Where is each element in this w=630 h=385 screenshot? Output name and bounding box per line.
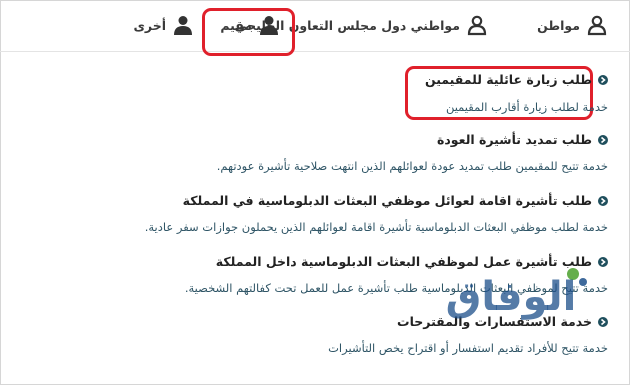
service-item[interactable]: طلب تأشيرة اقامة لعوائل موظفي البعثات ال…	[48, 193, 608, 234]
person-outline-icon	[467, 15, 487, 36]
user-type-tabs: مواطن مواطني دول مجلس التعاون الخليجي مق…	[0, 0, 630, 52]
chevron-right-icon	[598, 195, 608, 206]
service-description: خدمة تتيح للمقيمين طلب تمديد عودة لعوائل…	[216, 159, 608, 173]
person-outline-icon	[587, 15, 607, 36]
service-description: خدمة لطلب موظفي البعثات الدبلوماسية تأشي…	[144, 220, 608, 234]
service-description: خدمة تتيح للأفراد تقديم استفسار أو اقترا…	[328, 341, 608, 355]
tab-citizen[interactable]: مواطن	[537, 10, 608, 40]
watermark-text: الوفاق	[446, 274, 577, 320]
service-item[interactable]: طلب تمديد تأشيرة العودة خدمة تتيح للمقيم…	[48, 132, 608, 173]
tab-resident[interactable]: مقيم	[220, 10, 280, 40]
watermark-logo: الوفاق	[446, 268, 587, 320]
tab-citizen-label: مواطن	[537, 17, 580, 33]
tab-others[interactable]: أخرى	[133, 10, 194, 40]
tab-others-label: أخرى	[133, 17, 166, 33]
chevron-right-icon	[598, 74, 608, 85]
person-icon	[260, 16, 278, 35]
service-description: خدمة لطلب زيارة أقارب المقيمين	[445, 100, 608, 114]
person-icon	[174, 16, 192, 35]
service-title[interactable]: طلب زيارة عائلية للمقيمين	[425, 72, 592, 87]
tab-resident-label: مقيم	[220, 17, 252, 33]
service-title[interactable]: طلب تمديد تأشيرة العودة	[437, 132, 592, 147]
chevron-right-icon	[598, 134, 608, 145]
service-title[interactable]: طلب تأشيرة اقامة لعوائل موظفي البعثات ال…	[183, 193, 592, 208]
tabs-divider	[0, 51, 630, 52]
service-item[interactable]: طلب زيارة عائلية للمقيمين خدمة لطلب زيار…	[48, 72, 608, 114]
